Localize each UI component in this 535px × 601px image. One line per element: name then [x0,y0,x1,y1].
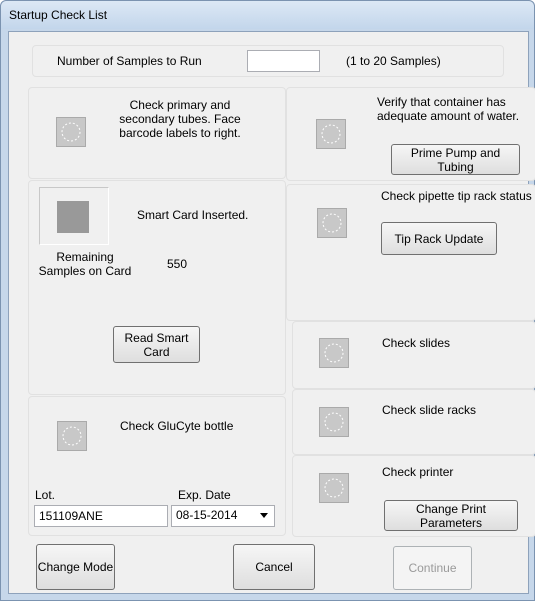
change-mode-button[interactable]: Change Mode [36,544,115,590]
lot-label: Lot. [35,488,56,502]
exp-date-value: 08-15-2014 [176,508,238,522]
tip-rack-text: Check pipette tip rack status [381,189,532,203]
remaining-samples-value: 550 [167,257,188,271]
samples-hint: (1 to 20 Samples) [346,54,441,68]
smart-card-panel: Smart Card Inserted. Remaining Samples o… [28,180,286,395]
smart-card-status: Smart Card Inserted. [137,208,249,222]
glucyte-text: Check GluCyte bottle [120,419,234,433]
glucyte-panel: Check GluCyte bottle Lot. Exp. Date 08-1… [28,396,286,536]
title-bar[interactable]: Startup Check List [1,1,534,29]
exp-date-label: Exp. Date [178,488,231,502]
samples-label: Number of Samples to Run [57,54,202,68]
water-check-icon [316,119,346,149]
slides-check-icon [319,338,349,368]
printer-check-icon [319,473,349,503]
slides-text: Check slides [382,336,451,350]
samples-input[interactable] [247,50,320,72]
printer-panel: Check printer Change Print Parameters [292,455,535,537]
continue-button[interactable]: Continue [393,546,472,590]
slide-racks-check-icon [319,407,349,437]
startup-check-list-window: Startup Check List Number of Samples to … [0,0,535,601]
tip-rack-update-button[interactable]: Tip Rack Update [381,222,497,255]
water-panel: Verify that container has adequate amoun… [286,87,535,181]
prime-pump-button[interactable]: Prime Pump and Tubing [391,144,520,175]
slide-racks-text: Check slide racks [382,403,477,417]
window-title: Startup Check List [9,8,108,22]
samples-panel: Number of Samples to Run (1 to 20 Sample… [32,45,504,77]
chevron-down-icon[interactable] [260,513,268,518]
read-smart-card-button[interactable]: Read Smart Card [113,326,200,363]
tubes-text: Check primary and secondary tubes. Face … [119,98,241,140]
smart-card-indicator-frame [39,187,109,245]
tip-rack-panel: Check pipette tip rack status Tip Rack U… [286,184,535,321]
exp-date-dropdown[interactable]: 08-15-2014 [171,505,275,527]
change-print-parameters-button[interactable]: Change Print Parameters [384,500,518,531]
cancel-button[interactable]: Cancel [233,544,315,590]
remaining-samples-label: Remaining Samples on Card [38,250,132,278]
tubes-check-icon [56,117,86,147]
dialog-client-area: Number of Samples to Run (1 to 20 Sample… [8,31,535,594]
slide-racks-panel: Check slide racks [292,389,535,455]
water-text: Verify that container has adequate amoun… [377,95,520,123]
tip-rack-check-icon [317,208,347,238]
lot-input[interactable] [34,505,168,527]
smart-card-indicator-icon [57,201,89,233]
slides-panel: Check slides [292,321,535,389]
glucyte-check-icon [57,421,87,451]
printer-text: Check printer [382,465,454,479]
tubes-panel: Check primary and secondary tubes. Face … [28,87,286,179]
